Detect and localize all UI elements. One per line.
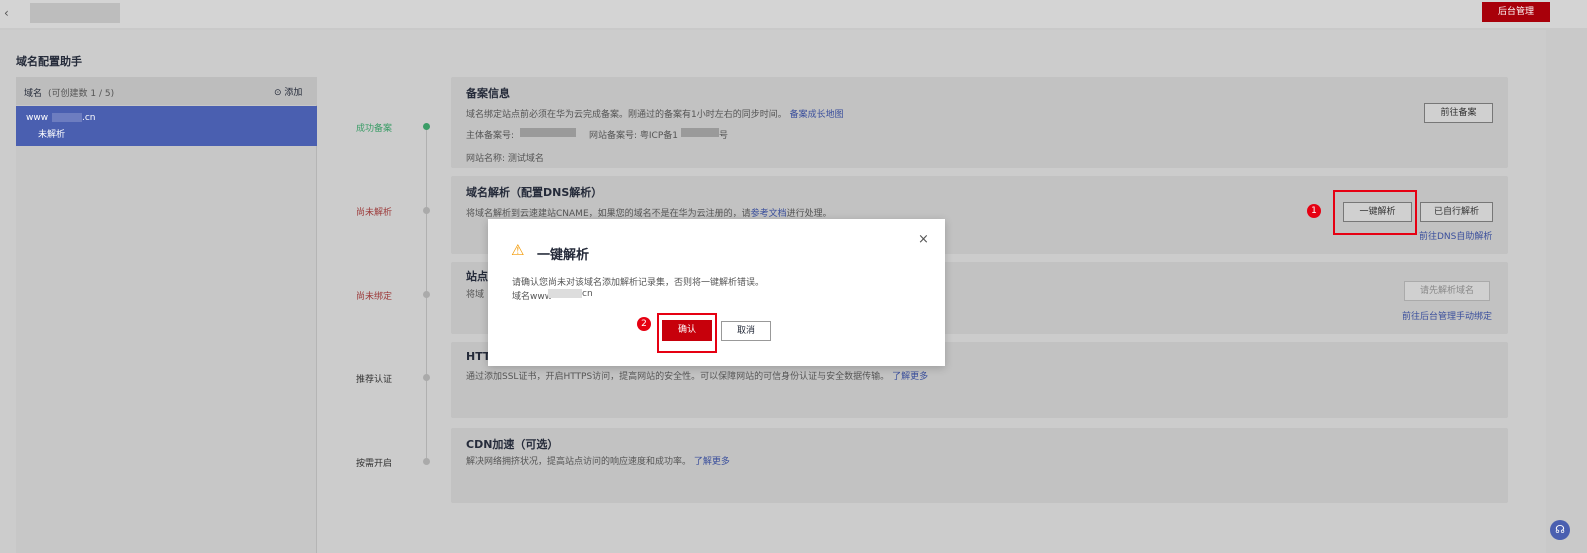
warning-icon: ⚠ (511, 241, 525, 259)
step-label: 按需开启 (356, 459, 393, 469)
one-click-resolve-button[interactable]: 一键解析 (1343, 202, 1412, 222)
step-dot (423, 458, 430, 465)
record-map-link[interactable]: 备案成长地图 (790, 110, 844, 120)
marker-2: 2 (637, 317, 651, 331)
page-title: 域名配置助手 (16, 55, 82, 68)
https-more-link[interactable]: 了解更多 (892, 372, 928, 382)
sidebar-header: 域名 (可创建数 1 / 5) ⊙ 添加 (16, 77, 317, 105)
step-dot (423, 374, 430, 381)
top-bar: ‹ 后台管理 (0, 0, 1587, 28)
close-icon[interactable]: × (918, 232, 929, 247)
add-domain-button[interactable]: ⊙ 添加 (274, 85, 302, 98)
step-dot (423, 207, 430, 214)
record-card: 备案信息 域名绑定站点前必须在华为云完成备案。刚通过的备案有1小时左右的同步时间… (451, 77, 1508, 168)
dns-auto-link[interactable]: 前往DNS自助解析 (1419, 229, 1492, 242)
resolve-first-button[interactable]: 请先解析域名 (1404, 281, 1490, 301)
cancel-button[interactable]: 取消 (721, 321, 771, 341)
domain-sidebar: 域名 (可创建数 1 / 5) ⊙ 添加 www .cn 未解析 (16, 77, 317, 553)
step-dot (423, 123, 430, 130)
confirm-dialog: ⚠ 一键解析 × 请确认您尚未对该域名添加解析记录集，否则将一键解析错误。 域名… (488, 219, 945, 366)
confirm-button[interactable]: 确认 (662, 320, 712, 341)
site-name-redacted (30, 3, 120, 23)
cdn-card: CDN加速（可选） 解决网络拥挤状况，提高站点访问的响应速度和成功率。 了解更多 (451, 428, 1508, 503)
step-label: 尚未绑定 (356, 292, 393, 302)
admin-button[interactable]: 后台管理 (1482, 2, 1550, 22)
step-label: 尚未解析 (356, 208, 393, 218)
dialog-title: 一键解析 (537, 248, 590, 263)
step-dot (423, 291, 430, 298)
support-icon[interactable]: ☊ (1550, 520, 1570, 540)
marker-1: 1 (1307, 204, 1321, 218)
go-record-button[interactable]: 前往备案 (1424, 103, 1493, 123)
cdn-more-link[interactable]: 了解更多 (694, 457, 730, 467)
dns-doc-link[interactable]: 参考文档 (751, 209, 787, 219)
step-label: 成功备案 (356, 124, 393, 134)
step-label: 推荐认证 (356, 375, 393, 385)
self-resolved-button[interactable]: 已自行解析 (1420, 202, 1493, 222)
sidebar-item-domain[interactable]: www .cn 未解析 (16, 106, 317, 146)
manual-bind-link[interactable]: 前往后台管理手动绑定 (1402, 309, 1492, 322)
chevron-left-icon[interactable]: ‹ (4, 6, 9, 20)
